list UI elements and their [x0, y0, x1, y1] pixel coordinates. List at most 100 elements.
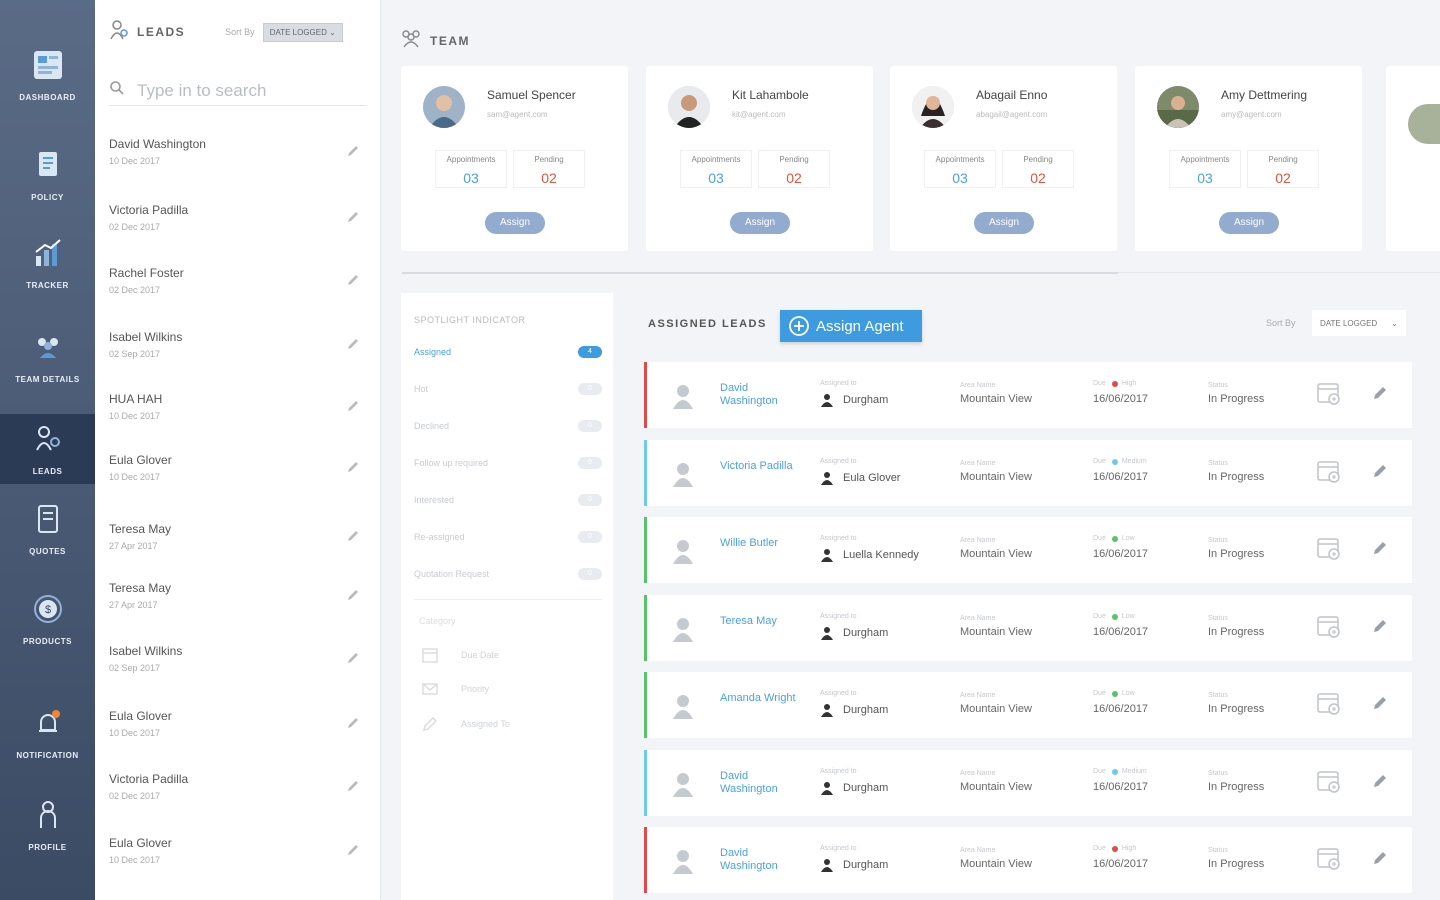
person-icon	[673, 385, 693, 409]
pencil-icon[interactable]	[1371, 772, 1389, 790]
pencil-icon[interactable]	[345, 143, 361, 159]
filter-follow-up[interactable]: Follow up required 0	[414, 455, 602, 471]
lead-name-link[interactable]: David Washington	[720, 847, 800, 873]
pencil-icon[interactable]	[345, 336, 361, 352]
list-item[interactable]: HUA HAH 10 Dec 2017	[109, 392, 367, 432]
assign-button[interactable]: Assign	[1219, 212, 1279, 234]
table-row[interactable]: Teresa May Assigned to Durgham Area Name Mou…	[644, 595, 1412, 661]
table-row[interactable]: David Washington Assigned to Durgham Area N…	[644, 750, 1412, 816]
list-item[interactable]: Victoria Padilla 02 Dec 2017	[109, 772, 367, 812]
pencil-icon[interactable]	[345, 272, 361, 288]
status-value: In Progress	[1208, 858, 1265, 870]
nav-quotes[interactable]: QUOTES	[0, 494, 95, 564]
table-row[interactable]: David Washington Assigned to Durgham Area N…	[644, 362, 1412, 428]
nav-leads[interactable]: LEADS	[0, 414, 95, 484]
lead-name-link[interactable]: David Washington	[720, 770, 800, 796]
pencil-icon[interactable]	[1371, 849, 1389, 867]
list-item[interactable]: Isabel Wilkins 02 Sep 2017	[109, 330, 367, 370]
pencil-icon[interactable]	[345, 587, 361, 603]
stat-label: Appointments	[446, 155, 496, 164]
nav-label: LEADS	[32, 467, 63, 476]
assign-button[interactable]: Assign	[730, 212, 790, 234]
status-value: In Progress	[1208, 703, 1265, 715]
pencil-icon[interactable]	[345, 459, 361, 475]
filter-hot[interactable]: Hot 0	[414, 381, 602, 397]
lead-name-link[interactable]: Teresa May	[720, 615, 800, 628]
notes-icon[interactable]	[1315, 768, 1343, 796]
lead-name-link[interactable]: David Washington	[720, 382, 800, 408]
pencil-icon[interactable]	[1371, 617, 1389, 635]
nav-policy[interactable]: POLICY	[0, 140, 95, 210]
team-card-partial[interactable]	[1386, 66, 1440, 251]
nav-dashboard[interactable]: DASHBOARD	[0, 40, 95, 110]
pencil-icon[interactable]	[345, 778, 361, 794]
team-card: Abagail Enno abagail@agent.com Appointme…	[890, 66, 1117, 251]
notes-icon[interactable]	[1315, 380, 1343, 408]
assign-button[interactable]: Assign	[974, 212, 1034, 234]
list-item[interactable]: Eula Glover 10 Dec 2017	[109, 836, 367, 876]
pencil-icon[interactable]	[1371, 384, 1389, 402]
stat-value: 02	[1275, 170, 1291, 186]
pencil-icon[interactable]	[1371, 539, 1389, 557]
team-icon	[31, 330, 65, 369]
filter-declined[interactable]: Declined 0	[414, 418, 602, 434]
list-item[interactable]: David Washington 10 Dec 2017	[109, 137, 367, 177]
table-row[interactable]: Amanda Wright Assigned to Durgham Area Name…	[644, 672, 1412, 738]
filter-reassigned[interactable]: Re-assigned 0	[414, 529, 602, 545]
list-item[interactable]: Eula Glover 10 Dec 2017	[109, 453, 367, 493]
priority-label: Low	[1121, 535, 1135, 542]
sort-by-select[interactable]: DATE LOGGED ⌄	[262, 22, 343, 42]
table-row[interactable]: Victoria Padilla Assigned to Eula Glover Ar…	[644, 440, 1412, 506]
lead-name-link[interactable]: Amanda Wright	[720, 692, 800, 705]
lead-name: Eula Glover	[109, 453, 172, 467]
sort-priority[interactable]: Priority	[421, 679, 581, 699]
profile-icon	[31, 798, 65, 837]
nav-team-details[interactable]: TEAM DETAILS	[0, 322, 95, 392]
notes-icon[interactable]	[1315, 613, 1343, 641]
notes-icon[interactable]	[1315, 690, 1343, 718]
notes-icon[interactable]	[1315, 458, 1343, 486]
pencil-icon[interactable]	[345, 209, 361, 225]
quotes-icon	[31, 502, 65, 541]
nav-products[interactable]: $ PRODUCTS	[0, 584, 95, 654]
pencil-icon[interactable]	[345, 528, 361, 544]
due-label: Due	[1093, 845, 1106, 852]
lead-name-link[interactable]: Willie Butler	[720, 537, 800, 550]
pencil-icon[interactable]	[1371, 694, 1389, 712]
lead-name-link[interactable]: Victoria Padilla	[720, 460, 800, 473]
table-row[interactable]: Willie Butler Assigned to Luella Kennedy Ar…	[644, 517, 1412, 583]
list-item[interactable]: Eula Glover 10 Dec 2017	[109, 709, 367, 749]
notes-icon[interactable]	[1315, 845, 1343, 873]
list-item[interactable]: Teresa May 27 Apr 2017	[109, 522, 367, 562]
scroll-indicator[interactable]	[402, 272, 1118, 274]
avatar	[1157, 86, 1199, 128]
notes-icon[interactable]	[1315, 535, 1343, 563]
pencil-icon[interactable]	[1371, 462, 1389, 480]
priority-dot	[1111, 845, 1118, 852]
sort-due-date[interactable]: Due Date	[421, 645, 581, 665]
filter-assigned[interactable]: Assigned 4	[414, 344, 602, 360]
nav-profile[interactable]: PROFILE	[0, 790, 95, 860]
assign-agent-button[interactable]: Assign Agent	[780, 310, 922, 342]
nav-tracker[interactable]: TRACKER	[0, 228, 95, 298]
filter-label: Re-assigned	[414, 532, 465, 542]
due-date: 16/06/2017	[1093, 858, 1149, 870]
search-input[interactable]	[137, 80, 337, 101]
list-item[interactable]: Rachel Foster 02 Dec 2017	[109, 266, 367, 306]
filter-quotation[interactable]: Quotation Request 0	[414, 566, 602, 582]
pencil-icon[interactable]	[345, 650, 361, 666]
filter-label: Follow up required	[414, 458, 489, 468]
sort-by-select[interactable]: DATE LOGGED ⌄	[1312, 310, 1406, 336]
filter-interested[interactable]: Interested 0	[414, 492, 602, 508]
list-item[interactable]: Isabel Wilkins 02 Sep 2017	[109, 644, 367, 684]
list-item[interactable]: Teresa May 27 Apr 2017	[109, 581, 367, 621]
pencil-icon[interactable]	[345, 715, 361, 731]
pencil-icon[interactable]	[345, 842, 361, 858]
assign-button[interactable]: Assign	[485, 212, 545, 234]
sort-assigned-to[interactable]: Assigned To	[421, 714, 581, 734]
table-row[interactable]: David Washington Assigned to Durgham Area N…	[644, 827, 1412, 893]
pencil-icon[interactable]	[345, 398, 361, 414]
nav-notification[interactable]: NOTIFICATION	[0, 698, 95, 768]
list-item[interactable]: Victoria Padilla 02 Dec 2017	[109, 203, 367, 243]
agent-icon	[821, 704, 833, 717]
